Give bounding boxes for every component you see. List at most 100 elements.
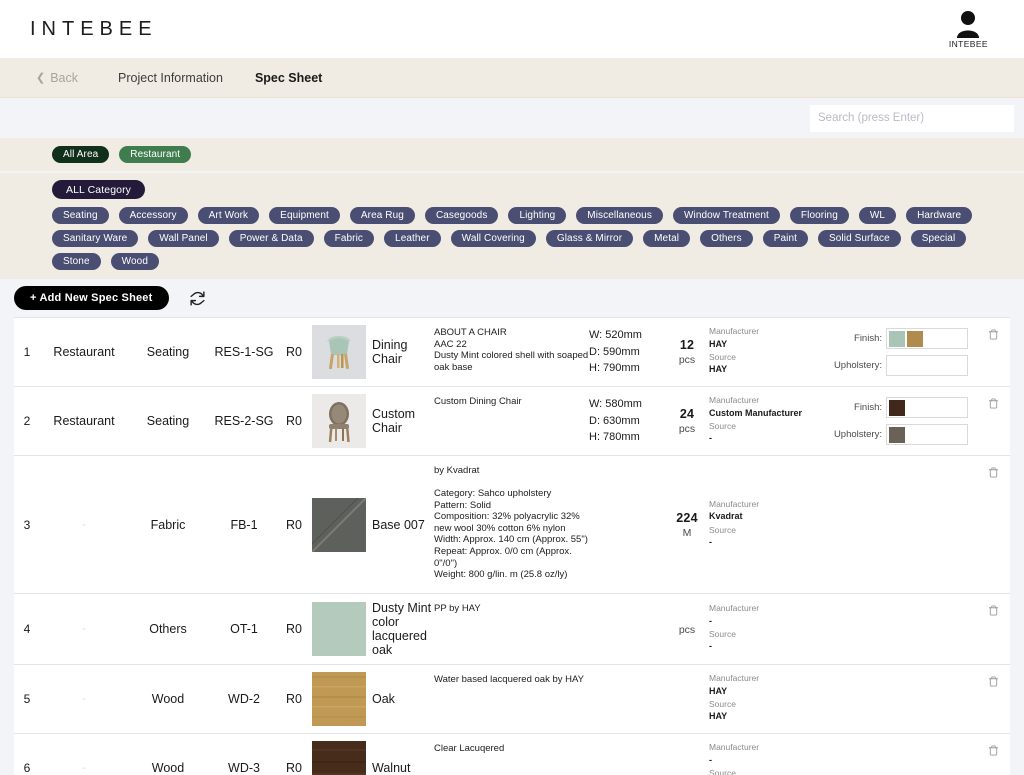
category-chip[interactable]: Fabric [324,230,374,247]
finish-field[interactable] [886,328,968,349]
manufacturer-value: HAY [709,338,813,350]
table-row[interactable]: 4 - Others OT-1 R0 Dusty Mint color lacq… [14,594,1010,665]
category-chip[interactable]: Lighting [508,207,566,224]
trash-icon [988,398,999,413]
manufacturer-label: Manufacturer [709,395,813,406]
back-button[interactable]: ❮ Back [36,71,78,85]
row-quantity [669,672,705,726]
row-dimensions [589,741,669,775]
row-thumbnail[interactable] [308,672,370,726]
manufacturer-value: Kvadrat [709,510,813,522]
category-chip[interactable]: Solid Surface [818,230,901,247]
category-chip[interactable]: Wall Covering [451,230,536,247]
add-new-spec-sheet-button[interactable]: + Add New Spec Sheet [14,286,169,310]
row-area: - [40,741,128,775]
row-thumbnail[interactable] [308,325,370,379]
category-chip[interactable]: Wood [111,253,159,270]
row-thumbnail[interactable] [308,394,370,448]
category-chip[interactable]: Stone [52,253,101,270]
tab-project-information[interactable]: Project Information [118,71,223,85]
table-row[interactable]: 3 - Fabric FB-1 R0 Base 007 by Kvadrat C… [14,456,1010,594]
user-name-label: INTEBEE [949,39,988,49]
finish-field[interactable] [886,397,968,418]
table-row[interactable]: 2 Restaurant Seating RES-2-SG R0 Custom … [14,387,1010,456]
category-chip[interactable]: Sanitary Ware [52,230,138,247]
category-chip[interactable]: Others [700,230,753,247]
delete-row-button[interactable] [988,604,999,617]
row-finish-group: Finish: Upholstery: [813,394,976,448]
row-thumbnail[interactable] [308,601,370,657]
category-chip[interactable]: Metal [643,230,690,247]
table-row[interactable]: 5 - Wood WD-2 R0 Oak Water based lacquer… [14,665,1010,734]
spec-sheet-table: 1 Restaurant Seating RES-1-SG R0 Dining … [0,317,1024,775]
category-chip[interactable]: Accessory [119,207,188,224]
delete-row-button[interactable] [988,744,999,757]
chevron-left-icon: ❮ [36,71,45,84]
search-input[interactable] [810,105,1014,132]
category-chip[interactable]: WL [859,207,896,224]
category-chip[interactable]: Leather [384,230,441,247]
row-delete-cell [976,325,1010,379]
table-row[interactable]: 6 - Wood WD-3 R0 Walnut Clear Lacuqered … [14,734,1010,775]
row-qty-unit: pcs [679,354,695,366]
delete-row-button[interactable] [988,328,999,341]
upholstery-swatch [889,427,905,443]
category-chip[interactable]: Art Work [198,207,260,224]
source-value: - [709,432,813,444]
category-chip[interactable]: Glass & Mirror [546,230,633,247]
area-chip-all[interactable]: All Area [52,146,109,163]
category-chip-all[interactable]: ALL Category [52,180,145,199]
manufacturer-value: HAY [709,685,813,697]
delete-row-button[interactable] [988,397,999,410]
row-quantity: 12 pcs [669,325,705,379]
row-item-name: Base 007 [370,463,434,586]
tab-spec-sheet[interactable]: Spec Sheet [255,71,322,85]
area-chip-restaurant[interactable]: Restaurant [119,146,191,163]
row-area: - [40,672,128,726]
category-chip[interactable]: Equipment [269,207,340,224]
row-delete-cell [976,463,1010,586]
row-description: Clear Lacuqered [434,741,589,775]
row-item-name: Dining Chair [370,325,434,379]
delete-row-button[interactable] [988,675,999,688]
row-thumbnail[interactable] [308,741,370,775]
manufacturer-value: - [709,754,813,766]
user-menu[interactable]: INTEBEE [949,10,988,49]
category-chip[interactable]: Miscellaneous [576,207,663,224]
row-code: WD-2 [208,672,280,726]
finish-swatch [907,331,923,347]
row-code: WD-3 [208,741,280,775]
category-chip[interactable]: Special [911,230,967,247]
row-area: - [40,463,128,586]
row-revision: R0 [280,325,308,379]
category-chip[interactable]: Power & Data [229,230,314,247]
upholstery-field[interactable] [886,424,968,445]
row-description: ABOUT A CHAIR AAC 22 Dusty Mint colored … [434,325,589,379]
upholstery-label: Upholstery: [826,360,882,371]
category-chip[interactable]: Wall Panel [148,230,218,247]
category-chip[interactable]: Area Rug [350,207,415,224]
category-chip[interactable]: Casegoods [425,207,499,224]
row-delete-cell [976,394,1010,448]
category-filter-panel: ALL Category Seating Accessory Art Work Equ… [0,173,1024,279]
source-value: HAY [709,710,813,722]
row-finish-group: Finish: Upholstery: [813,325,976,379]
area-chip-row: All Area Restaurant [52,146,1024,163]
category-chip[interactable]: Hardware [906,207,972,224]
category-chip[interactable]: Paint [763,230,808,247]
delete-row-button[interactable] [988,466,999,479]
category-chip[interactable]: Window Treatment [673,207,780,224]
upholstery-field[interactable] [886,355,968,376]
row-code: OT-1 [208,601,280,657]
row-revision: R0 [280,394,308,448]
table-row[interactable]: 1 Restaurant Seating RES-1-SG R0 Dining … [14,317,1010,387]
category-chip[interactable]: Flooring [790,207,849,224]
row-area: Restaurant [40,325,128,379]
source-label: Source [709,421,813,432]
row-finish-group [813,672,976,726]
refresh-button[interactable] [189,290,206,307]
row-thumbnail[interactable] [308,463,370,586]
category-chip[interactable]: Seating [52,207,109,224]
row-item-name: Walnut [370,741,434,775]
row-category: Fabric [128,463,208,586]
